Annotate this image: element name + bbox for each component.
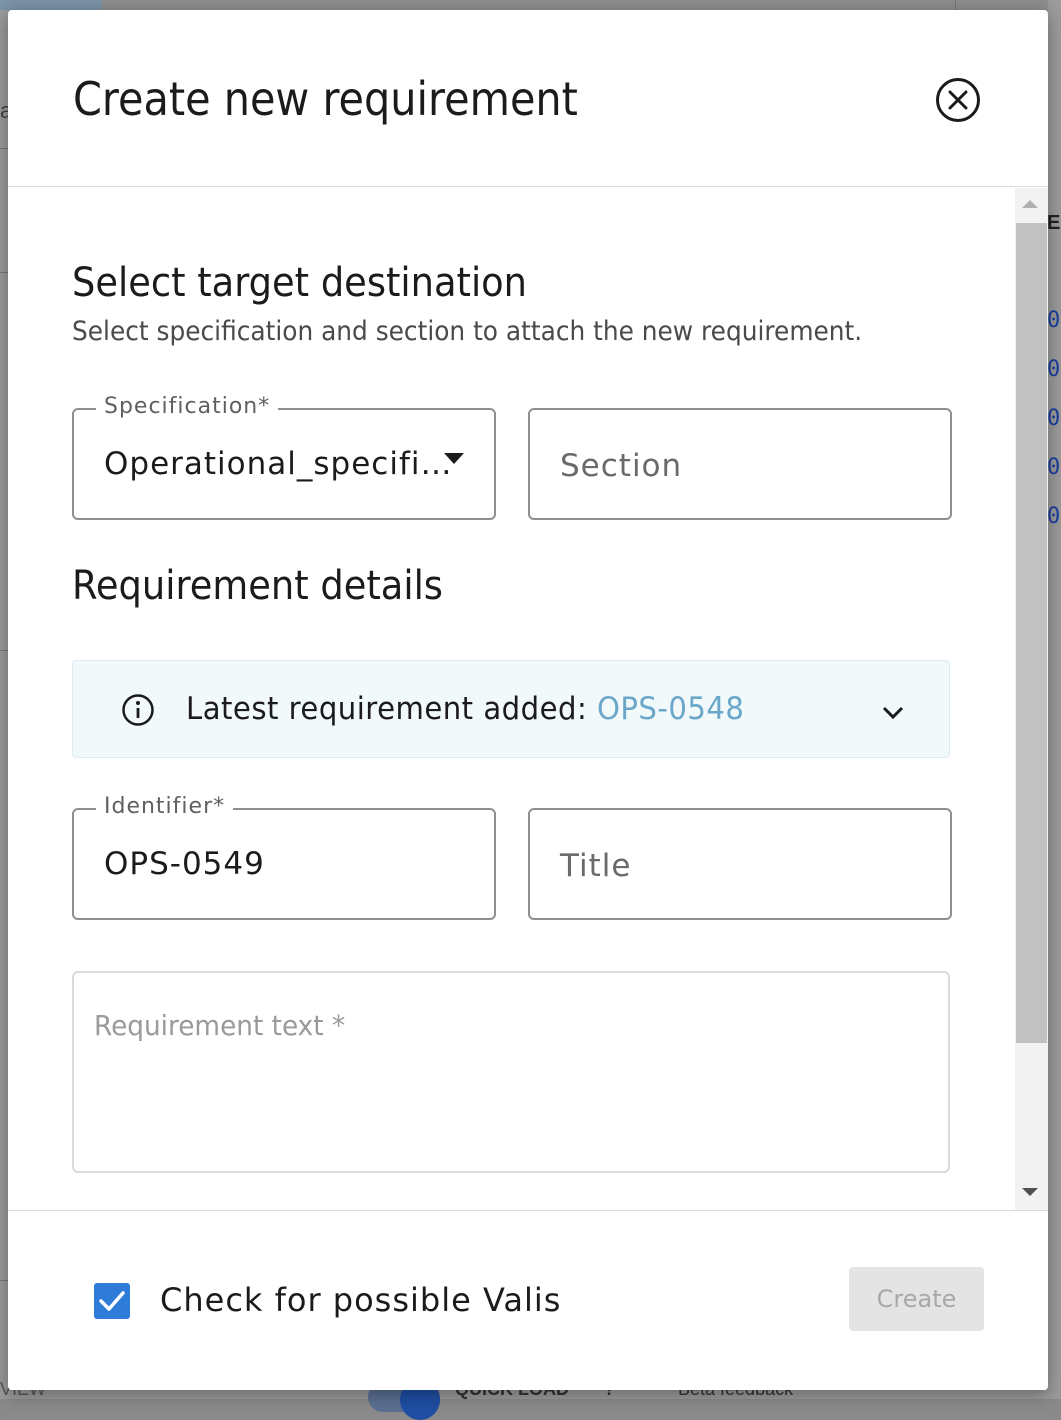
create-button[interactable]: Create	[849, 1267, 984, 1331]
create-requirement-dialog: Create new requirement Select target des…	[8, 10, 1048, 1390]
identifier-field[interactable]: Identifier* OPS-0549	[72, 794, 496, 920]
dialog-title: Create new requirement	[73, 72, 578, 126]
latest-requirement-text: Latest requirement added: OPS-0548	[186, 691, 744, 727]
section-field[interactable]: Section	[528, 408, 952, 520]
scrollbar-thumb[interactable]	[1016, 223, 1047, 1043]
background-topbar	[0, 0, 1061, 10]
target-destination-description: Select specification and section to atta…	[72, 316, 863, 347]
identifier-label: Identifier*	[96, 794, 234, 819]
background-right-column	[1048, 0, 1061, 1399]
close-icon[interactable]	[936, 78, 980, 122]
dialog-body: Select target destination Select specifi…	[8, 188, 1013, 1210]
identifier-value: OPS-0549	[104, 846, 265, 882]
background-line	[0, 148, 8, 149]
check-valis-label: Check for possible Valis	[160, 1281, 562, 1319]
background-line	[0, 272, 8, 273]
background-line	[0, 1280, 8, 1281]
requirement-details-heading: Requirement details	[72, 563, 443, 609]
background-divider	[955, 0, 956, 10]
latest-requirement-prefix: Latest requirement added:	[186, 691, 597, 727]
dialog-footer: Check for possible Valis Create	[8, 1210, 1048, 1390]
background-column-header: E	[1047, 212, 1061, 234]
section-placeholder: Section	[560, 448, 683, 484]
requirement-text-field[interactable]: Requirement text *	[72, 971, 950, 1173]
info-icon	[122, 694, 154, 726]
background-cell: 0	[1047, 406, 1061, 431]
specification-select[interactable]: Specification* Operational_specifi…	[72, 394, 496, 520]
check-valis-checkbox[interactable]	[94, 1283, 130, 1319]
chevron-down-icon[interactable]	[881, 705, 905, 721]
background-line	[0, 650, 8, 651]
title-placeholder: Title	[560, 848, 632, 884]
latest-requirement-banner[interactable]: Latest requirement added: OPS-0548	[72, 660, 950, 758]
requirement-text-placeholder: Requirement text *	[94, 1009, 346, 1042]
background-cell: 0	[1047, 357, 1061, 382]
specification-label: Specification*	[96, 394, 279, 419]
title-field[interactable]: Title	[528, 808, 952, 920]
background-cell: 0	[1047, 308, 1061, 333]
specification-value: Operational_specifi…	[104, 446, 453, 482]
latest-requirement-link[interactable]: OPS-0548	[597, 691, 744, 727]
dialog-header: Create new requirement	[8, 10, 1048, 187]
background-cell: 0	[1047, 504, 1061, 529]
scroll-up-arrow-icon[interactable]	[1022, 200, 1038, 208]
background-tab-accent	[0, 0, 102, 10]
target-destination-heading: Select target destination	[72, 260, 528, 306]
checkmark-icon	[99, 1291, 125, 1311]
background-cell: 0	[1047, 455, 1061, 480]
dropdown-caret-icon	[444, 453, 464, 464]
scroll-down-arrow-icon[interactable]	[1022, 1188, 1038, 1196]
